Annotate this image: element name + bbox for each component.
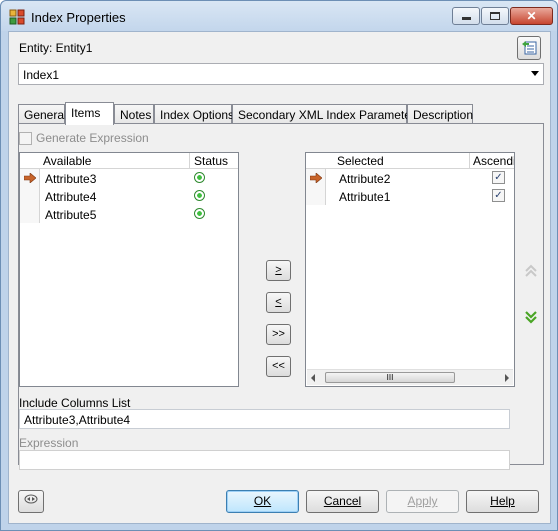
entity-editor-button[interactable]: [517, 36, 541, 60]
title-bar[interactable]: Index Properties ✕: [1, 1, 557, 31]
generate-expression-box[interactable]: [19, 131, 32, 145]
tab-general[interactable]: General: [18, 104, 67, 124]
add-all-label: >>: [272, 328, 285, 340]
available-item-name: Attribute5: [45, 208, 97, 222]
tab-secondary-xml-index-parameters[interactable]: Secondary XML Index Parameters: [232, 104, 421, 124]
entity-editor-icon: [521, 39, 537, 58]
items-tab-panel: Generate Expression Available Status Att…: [18, 123, 544, 470]
tab-items[interactable]: Items: [65, 102, 114, 125]
status-icon: [194, 190, 205, 201]
scroll-right-icon[interactable]: [505, 374, 509, 382]
dialog-body: Entity: Entity1 Index1 General Items Not…: [8, 31, 551, 524]
available-column-header[interactable]: Available: [43, 154, 91, 168]
maximize-button[interactable]: [481, 7, 509, 25]
available-grid-header: Available Status: [20, 153, 238, 169]
scroll-left-icon[interactable]: [311, 374, 315, 382]
add-column-button[interactable]: >: [266, 260, 291, 281]
available-row[interactable]: Attribute3: [20, 169, 238, 187]
status-icon: [194, 208, 205, 219]
tab-description[interactable]: Description: [407, 104, 473, 124]
maximize-icon: [490, 12, 500, 20]
help-label: Help: [490, 494, 515, 508]
toggle-icon: [24, 494, 38, 508]
toggle-button[interactable]: [18, 490, 44, 513]
entity-label: Entity: Entity1: [19, 41, 93, 55]
index-properties-window: Index Properties ✕ Entity: Entity1 Index…: [0, 0, 558, 531]
close-button[interactable]: ✕: [510, 7, 553, 25]
scrollbar-thumb[interactable]: III: [325, 372, 455, 383]
add-column-label: >: [275, 264, 282, 276]
ascending-checkbox[interactable]: ✓: [492, 189, 505, 202]
remove-all-label: <<: [272, 360, 285, 372]
index-select-value: Index1: [23, 68, 60, 82]
minimize-button[interactable]: [452, 7, 480, 25]
status-icon: [194, 172, 205, 183]
generate-expression-checkbox[interactable]: Generate Expression: [19, 131, 149, 145]
cancel-button[interactable]: Cancel: [306, 490, 379, 513]
row-pointer-icon: [306, 169, 326, 187]
move-up-icon[interactable]: [524, 264, 538, 281]
row-header: [306, 187, 326, 205]
move-down-icon[interactable]: [524, 310, 538, 327]
include-columns-label: Include Columns List: [19, 396, 131, 410]
selected-item-name: Attribute1: [339, 190, 391, 204]
include-columns-input[interactable]: Attribute3,Attribute4: [19, 409, 510, 429]
include-columns-value: Attribute3,Attribute4: [24, 413, 131, 427]
remove-column-button[interactable]: <: [266, 292, 291, 313]
cancel-label: Cancel: [323, 494, 362, 508]
available-item-name: Attribute4: [45, 190, 97, 204]
minimize-icon: [461, 17, 471, 20]
apply-button[interactable]: Apply: [386, 490, 459, 513]
row-pointer-icon: [20, 169, 40, 187]
ok-label: OK: [253, 494, 272, 508]
selected-row[interactable]: Attribute1 ✓: [306, 187, 514, 205]
window-title: Index Properties: [31, 10, 126, 25]
index-select[interactable]: Index1: [18, 63, 544, 85]
generate-expression-label: Generate Expression: [36, 131, 149, 145]
ascending-checkbox[interactable]: ✓: [492, 171, 505, 184]
available-row[interactable]: Attribute4: [20, 187, 238, 205]
help-button[interactable]: Help: [466, 490, 539, 513]
selected-column-header[interactable]: Selected: [337, 154, 384, 168]
row-header: [20, 187, 40, 205]
row-header: [20, 205, 40, 223]
selected-row[interactable]: Attribute2 ✓: [306, 169, 514, 187]
available-grid[interactable]: Available Status Attribute3 Attribute4 A…: [19, 152, 239, 387]
add-all-columns-button[interactable]: >>: [266, 324, 291, 345]
selected-grid[interactable]: Selected Ascendin Attribute2 ✓ Attribute…: [305, 152, 515, 387]
selected-item-name: Attribute2: [339, 172, 391, 186]
remove-all-columns-button[interactable]: <<: [266, 356, 291, 377]
expression-label: Expression: [19, 436, 79, 450]
close-icon: ✕: [526, 9, 537, 23]
apply-label: Apply: [407, 494, 438, 508]
selected-grid-header: Selected Ascendin: [306, 153, 514, 169]
tab-notes[interactable]: Notes: [114, 104, 154, 124]
available-item-name: Attribute3: [45, 172, 97, 186]
status-column-header[interactable]: Status: [194, 154, 228, 168]
tab-index-options[interactable]: Index Options: [154, 104, 234, 124]
app-icon: [9, 9, 25, 25]
column-divider: [469, 153, 470, 169]
remove-column-label: <: [275, 296, 282, 308]
horizontal-scrollbar[interactable]: III: [307, 369, 513, 385]
expression-input[interactable]: [19, 450, 510, 470]
ok-button[interactable]: OK: [226, 490, 299, 513]
chevron-down-icon: [531, 71, 539, 76]
column-divider: [189, 153, 190, 169]
ascending-column-header[interactable]: Ascendin: [473, 154, 514, 168]
available-row[interactable]: Attribute5: [20, 205, 238, 223]
